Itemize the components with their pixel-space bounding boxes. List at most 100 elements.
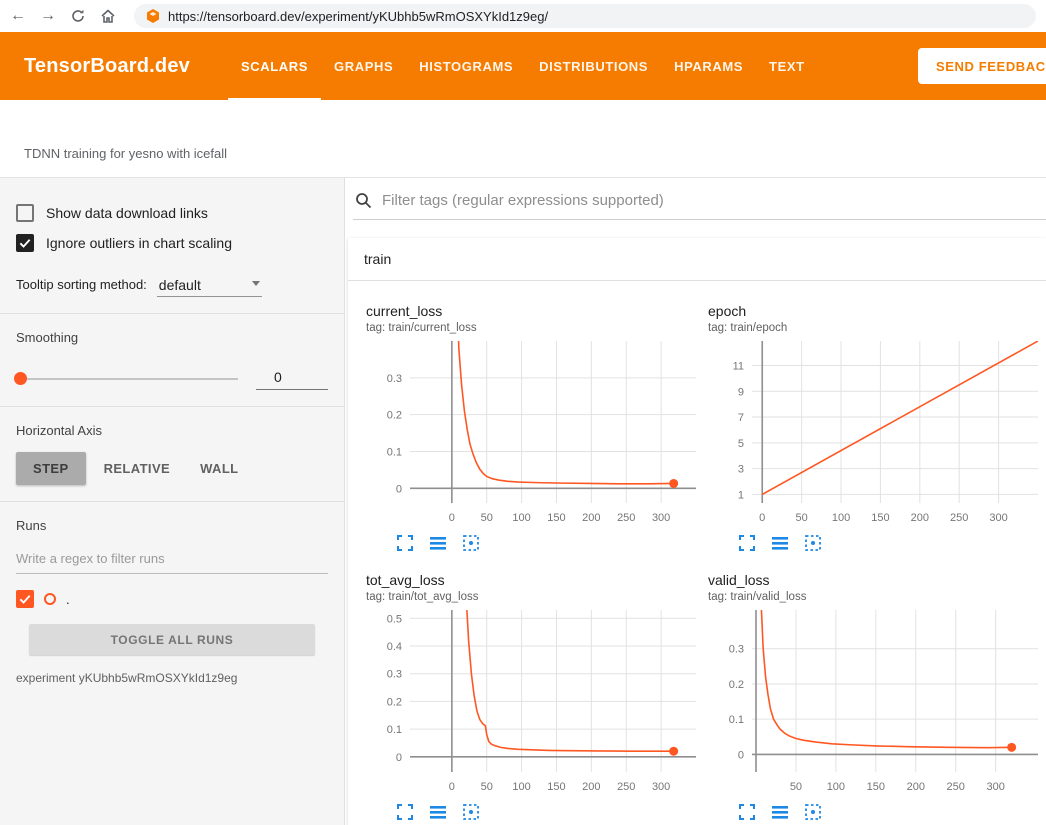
- refresh-icon[interactable]: [70, 8, 86, 24]
- main-nav: SCALARS GRAPHS HISTOGRAMS DISTRIBUTIONS …: [228, 32, 818, 100]
- svg-text:3: 3: [738, 464, 744, 476]
- tooltip-sort-dropdown[interactable]: default: [157, 274, 262, 297]
- show-download-links-checkbox[interactable]: [16, 204, 34, 222]
- svg-text:0.3: 0.3: [387, 669, 402, 681]
- tab-hparams[interactable]: HPARAMS: [661, 32, 756, 100]
- chart-title: epoch: [708, 303, 1044, 319]
- svg-text:100: 100: [512, 512, 530, 524]
- tab-text[interactable]: TEXT: [756, 32, 818, 100]
- charts-grid: current_loss tag: train/current_loss 00.…: [348, 281, 1046, 825]
- tab-distributions[interactable]: DISTRIBUTIONS: [526, 32, 661, 100]
- svg-text:150: 150: [867, 781, 885, 793]
- divider: [0, 501, 344, 502]
- svg-text:50: 50: [481, 512, 493, 524]
- horizontal-axis-label: Horizontal Axis: [16, 423, 328, 438]
- svg-text:0: 0: [449, 512, 455, 524]
- svg-text:300: 300: [989, 512, 1007, 524]
- svg-text:200: 200: [911, 512, 929, 524]
- svg-text:0.4: 0.4: [387, 641, 402, 653]
- tab-graphs[interactable]: GRAPHS: [321, 32, 406, 100]
- svg-text:0.3: 0.3: [729, 644, 744, 656]
- toggle-all-runs-button[interactable]: TOGGLE ALL RUNS: [29, 624, 315, 655]
- ignore-outliers-checkbox[interactable]: [16, 234, 34, 252]
- app-logo[interactable]: TensorBoard.dev: [24, 55, 190, 78]
- svg-text:0: 0: [396, 483, 402, 495]
- scalar-card-current-loss: current_loss tag: train/current_loss 00.…: [366, 303, 702, 570]
- scalar-chart[interactable]: 00.10.20.3050100150200250300: [366, 337, 702, 529]
- address-bar[interactable]: https://tensorboard.dev/experiment/yKUbh…: [134, 4, 1036, 28]
- fit-domain-icon[interactable]: [462, 534, 480, 552]
- experiment-subheader: TDNN training for yesno with icefall: [0, 100, 1046, 178]
- fullscreen-icon[interactable]: [738, 803, 756, 821]
- ignore-outliers-label: Ignore outliers in chart scaling: [46, 235, 232, 251]
- svg-text:200: 200: [582, 512, 600, 524]
- scalar-card-tot-avg-loss: tot_avg_loss tag: train/tot_avg_loss 00.…: [366, 572, 702, 825]
- data-table-icon[interactable]: [771, 534, 789, 552]
- home-icon[interactable]: [100, 8, 116, 24]
- chevron-down-icon: [252, 281, 260, 286]
- scalar-chart[interactable]: 1357911050100150200250300: [708, 337, 1044, 529]
- fullscreen-icon[interactable]: [396, 803, 414, 821]
- send-feedback-button[interactable]: SEND FEEDBACK: [918, 48, 1046, 84]
- tab-histograms[interactable]: HISTOGRAMS: [406, 32, 526, 100]
- svg-text:50: 50: [481, 781, 493, 793]
- axis-relative-button[interactable]: RELATIVE: [92, 452, 183, 485]
- fullscreen-icon[interactable]: [738, 534, 756, 552]
- svg-text:300: 300: [986, 781, 1004, 793]
- chart-tag: tag: train/current_loss: [366, 322, 702, 334]
- svg-text:9: 9: [738, 386, 744, 398]
- svg-text:0: 0: [738, 749, 744, 761]
- settings-sidebar: Show data download links Ignore outliers…: [0, 178, 345, 825]
- chart-tag: tag: train/epoch: [708, 322, 1044, 334]
- svg-text:250: 250: [617, 512, 635, 524]
- svg-text:0.5: 0.5: [387, 613, 402, 625]
- chart-tag: tag: train/valid_loss: [708, 591, 1044, 603]
- data-table-icon[interactable]: [771, 803, 789, 821]
- svg-text:150: 150: [547, 512, 565, 524]
- back-icon[interactable]: ←: [10, 8, 26, 24]
- fullscreen-icon[interactable]: [396, 534, 414, 552]
- svg-text:100: 100: [832, 512, 850, 524]
- runs-filter-input[interactable]: [16, 543, 328, 574]
- forward-icon[interactable]: →: [40, 8, 56, 24]
- svg-text:300: 300: [652, 512, 670, 524]
- scalar-card-epoch: epoch tag: train/epoch 13579110501001502…: [708, 303, 1044, 570]
- svg-text:100: 100: [827, 781, 845, 793]
- tensorboard-favicon: [146, 9, 160, 23]
- tab-scalars[interactable]: SCALARS: [228, 32, 321, 100]
- svg-text:1: 1: [738, 489, 744, 501]
- svg-text:0: 0: [449, 781, 455, 793]
- run-name: .: [66, 592, 70, 607]
- fit-domain-icon[interactable]: [804, 803, 822, 821]
- tag-filter-input[interactable]: [382, 192, 1046, 209]
- svg-text:0: 0: [396, 752, 402, 764]
- fit-domain-icon[interactable]: [462, 803, 480, 821]
- data-table-icon[interactable]: [429, 534, 447, 552]
- scalar-chart[interactable]: 00.10.20.30.40.5050100150200250300: [366, 606, 702, 798]
- svg-text:250: 250: [950, 512, 968, 524]
- run-row[interactable]: .: [16, 590, 328, 608]
- run-checkbox[interactable]: [16, 590, 34, 608]
- experiment-title: TDNN training for yesno with icefall: [24, 146, 227, 161]
- runs-label: Runs: [16, 518, 328, 533]
- tag-group-header[interactable]: train: [348, 238, 1046, 281]
- smoothing-slider[interactable]: [16, 378, 238, 380]
- app-header: TensorBoard.dev SCALARS GRAPHS HISTOGRAM…: [0, 32, 1046, 100]
- svg-text:0.3: 0.3: [387, 373, 402, 385]
- url-text: https://tensorboard.dev/experiment/yKUbh…: [168, 9, 548, 24]
- scalar-card-valid-loss: valid_loss tag: train/valid_loss 00.10.2…: [708, 572, 1044, 825]
- svg-text:0.1: 0.1: [387, 724, 402, 736]
- smoothing-value-input[interactable]: 0: [256, 367, 328, 390]
- tooltip-sort-value: default: [159, 277, 201, 293]
- smoothing-label: Smoothing: [16, 330, 328, 345]
- svg-text:250: 250: [617, 781, 635, 793]
- svg-text:50: 50: [796, 512, 808, 524]
- axis-step-button[interactable]: STEP: [16, 452, 86, 485]
- tooltip-sort-label: Tooltip sorting method:: [16, 277, 147, 297]
- data-table-icon[interactable]: [429, 803, 447, 821]
- smoothing-slider-thumb[interactable]: [14, 372, 27, 385]
- svg-text:0.2: 0.2: [387, 410, 402, 422]
- axis-wall-button[interactable]: WALL: [188, 452, 250, 485]
- scalar-chart[interactable]: 00.10.20.350100150200250300: [708, 606, 1044, 798]
- fit-domain-icon[interactable]: [804, 534, 822, 552]
